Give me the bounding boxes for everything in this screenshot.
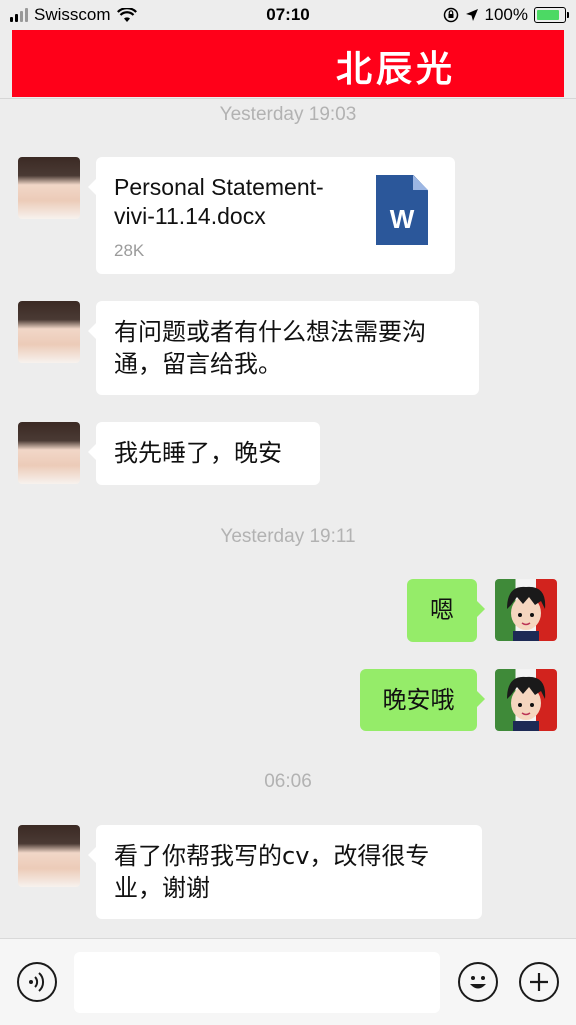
- chat-header: 北辰光: [12, 30, 564, 97]
- message-input[interactable]: [74, 952, 440, 1013]
- timestamp: 06:06: [264, 771, 312, 792]
- incoming-message-bubble[interactable]: 有问题或者有什么想法需要沟通，留言给我。: [88, 301, 479, 395]
- my-avatar[interactable]: [495, 669, 557, 731]
- contact-avatar[interactable]: [18, 422, 80, 484]
- doc-icon-letter: W: [389, 204, 415, 234]
- outgoing-message-bubble[interactable]: 嗯: [407, 579, 485, 642]
- battery-percent: 100%: [484, 5, 528, 24]
- battery-icon: [534, 7, 569, 23]
- timestamp: Yesterday 19:03: [219, 104, 357, 125]
- message-text: 我先睡了，晚安: [114, 439, 282, 467]
- my-avatar[interactable]: [495, 579, 557, 641]
- message-text: 嗯: [430, 596, 454, 624]
- outgoing-message-bubble[interactable]: 晚安哦: [360, 669, 485, 731]
- emoji-icon: [470, 976, 486, 989]
- timestamp: Yesterday 19:11: [220, 526, 356, 547]
- incoming-message-bubble[interactable]: 我先睡了，晚安: [88, 422, 320, 485]
- incoming-message-bubble[interactable]: 看了你帮我写的cv，改得很专业，谢谢: [88, 825, 482, 919]
- voice-button[interactable]: [17, 962, 57, 1002]
- contact-avatar[interactable]: [18, 301, 80, 363]
- contact-avatar[interactable]: [18, 157, 80, 219]
- status-bar: Swisscom 07:10 100%: [0, 0, 576, 30]
- voice-icon: [29, 972, 45, 992]
- boy-face-icon: [507, 586, 546, 641]
- file-message-bubble[interactable]: Personal Statement-vivi-11.14.docx 28K W: [88, 157, 455, 274]
- header-divider: [0, 98, 576, 99]
- file-size: 28K: [114, 241, 145, 260]
- doc-fold: [413, 175, 428, 190]
- message-text: 看了你帮我写的cv，改得很专业，谢谢: [114, 842, 430, 902]
- status-right: 100%: [443, 5, 569, 25]
- chat-title: 北辰光: [335, 48, 456, 90]
- add-button[interactable]: [519, 962, 559, 1002]
- boy-face-icon: [507, 676, 546, 731]
- input-bar: [0, 938, 576, 1025]
- file-name: Personal Statement-vivi-11.14.docx: [114, 174, 324, 229]
- message-text: 有问题或者有什么想法需要沟通，留言给我。: [114, 318, 426, 378]
- location-arrow-icon: [465, 9, 478, 21]
- emoji-button[interactable]: [458, 962, 498, 1002]
- message-text: 晚安哦: [382, 686, 455, 714]
- plus-icon: [530, 973, 548, 991]
- contact-avatar[interactable]: [18, 825, 80, 887]
- orientation-lock-icon: [443, 7, 458, 23]
